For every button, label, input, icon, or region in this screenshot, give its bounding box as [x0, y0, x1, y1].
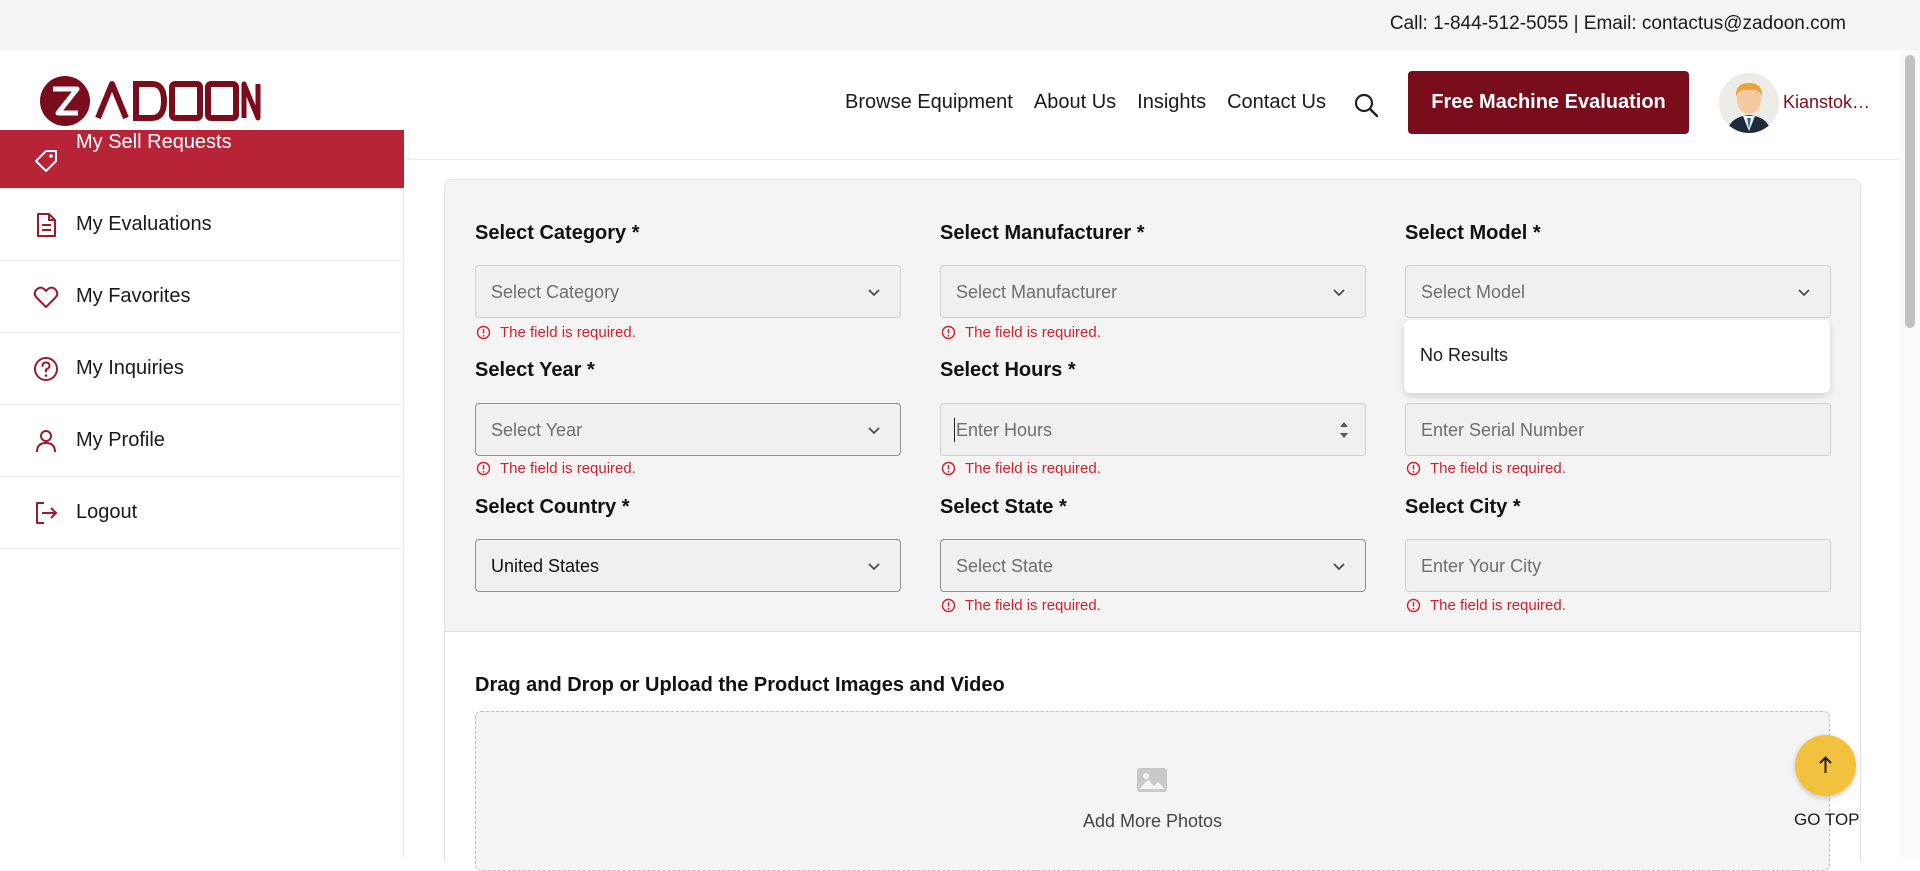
error-text: The field is required. — [965, 460, 1101, 477]
hours-placeholder: Enter Hours — [956, 420, 1053, 440]
search-icon[interactable] — [1353, 92, 1379, 118]
model-label: Select Model * — [1405, 222, 1541, 244]
chevron-down-icon — [868, 563, 880, 571]
year-label: Select Year * — [475, 359, 595, 381]
country-select[interactable]: United States — [475, 539, 901, 592]
media-dropzone[interactable]: Add More Photos — [475, 711, 1830, 871]
error-text: The field is required. — [965, 597, 1101, 614]
sidebar-item-label: My Profile — [76, 429, 165, 451]
category-placeholder: Select Category — [491, 282, 620, 302]
city-error: The field is required. — [1406, 597, 1566, 614]
manufacturer-placeholder: Select Manufacturer — [956, 282, 1118, 302]
category-label: Select Category * — [475, 222, 640, 244]
chevron-down-icon — [868, 289, 880, 297]
country-value: United States — [491, 556, 600, 576]
year-placeholder: Select Year — [491, 420, 583, 440]
sidebar-item-label: Logout — [76, 501, 138, 523]
dropdown-empty-text: No Results — [1420, 345, 1509, 365]
arrow-up-icon — [1819, 756, 1832, 773]
country-label: Select Country * — [475, 496, 630, 518]
go-top-label[interactable]: GO TOP — [1794, 810, 1860, 830]
manufacturer-error: The field is required. — [941, 324, 1101, 341]
error-text: The field is required. — [1430, 460, 1566, 477]
city-label: Select City * — [1405, 496, 1521, 518]
heart-icon — [33, 286, 59, 308]
nav-browse-equipment[interactable]: Browse Equipment — [845, 91, 1013, 114]
error-text: The field is required. — [1430, 597, 1566, 614]
state-label: Select State * — [940, 496, 1067, 518]
chevron-down-icon — [1333, 289, 1345, 297]
chevron-down-icon — [868, 427, 880, 435]
nav-insights[interactable]: Insights — [1137, 91, 1206, 114]
hours-error: The field is required. — [941, 460, 1101, 477]
error-icon — [941, 598, 956, 613]
avatar[interactable] — [1719, 73, 1779, 133]
sidebar-item-label: My Inquiries — [76, 357, 184, 379]
manufacturer-label: Select Manufacturer * — [940, 222, 1145, 244]
category-error: The field is required. — [476, 324, 636, 341]
model-placeholder: Select Model — [1421, 282, 1526, 302]
account-sidebar: My Sell Requests My Evaluations My Favor… — [0, 130, 404, 857]
model-dropdown-menu: No Results — [1404, 320, 1830, 393]
contact-bar: Call: 1-844-512-5055 | Email: contactus@… — [0, 0, 1920, 50]
scrollbar-thumb[interactable] — [1905, 55, 1915, 328]
error-text: The field is required. — [965, 324, 1101, 341]
text-caret — [954, 418, 955, 442]
nav-contact-us[interactable]: Contact Us — [1227, 91, 1326, 114]
year-select[interactable]: Select Year — [475, 403, 901, 456]
sidebar-item-label: My Favorites — [76, 285, 191, 307]
error-text: The field is required. — [500, 460, 636, 477]
city-placeholder: Enter Your City — [1421, 556, 1542, 576]
sidebar-item-my-sell-requests[interactable]: My Sell Requests — [0, 130, 404, 189]
hours-input[interactable]: Enter Hours — [940, 403, 1366, 456]
upload-title: Drag and Drop or Upload the Product Imag… — [475, 674, 1005, 696]
document-icon — [37, 212, 56, 237]
user-avatar-icon — [1719, 73, 1779, 133]
username-link[interactable]: Kianstok… — [1783, 92, 1870, 113]
hours-label: Select Hours * — [940, 359, 1076, 381]
add-more-photos-label: Add More Photos — [1082, 811, 1223, 831]
serial-error: The field is required. — [1406, 460, 1566, 477]
error-icon — [1406, 461, 1421, 476]
image-icon — [1137, 768, 1167, 792]
serial-number-input[interactable]: Enter Serial Number — [1405, 403, 1831, 456]
model-select[interactable]: Select Model — [1405, 265, 1831, 318]
chevron-down-icon — [1333, 563, 1345, 571]
sidebar-item-label: My Sell Requests — [76, 131, 232, 153]
main-nav: Browse Equipment About Us Insights Conta… — [845, 91, 1326, 114]
tag-icon — [35, 150, 57, 172]
error-icon — [941, 461, 956, 476]
go-top-button[interactable] — [1795, 735, 1856, 796]
state-placeholder: Select State — [956, 556, 1054, 576]
logout-icon — [36, 501, 57, 524]
sidebar-item-my-profile[interactable]: My Profile — [0, 405, 404, 477]
sidebar-item-my-evaluations[interactable]: My Evaluations — [0, 189, 404, 261]
error-text: The field is required. — [500, 324, 636, 341]
state-error: The field is required. — [941, 597, 1101, 614]
error-icon — [1406, 598, 1421, 613]
chevron-down-icon — [1798, 289, 1810, 297]
error-icon — [941, 325, 956, 340]
page-scrollbar[interactable] — [1900, 50, 1920, 857]
city-input[interactable]: Enter Your City — [1405, 539, 1831, 592]
nav-about-us[interactable]: About Us — [1034, 91, 1116, 114]
category-select[interactable]: Select Category — [475, 265, 901, 318]
free-machine-evaluation-button[interactable]: Free Machine Evaluation — [1408, 71, 1689, 134]
serial-placeholder: Enter Serial Number — [1421, 420, 1585, 440]
sidebar-item-label: My Evaluations — [76, 213, 212, 235]
user-icon — [36, 429, 56, 452]
contact-info[interactable]: Call: 1-844-512-5055 | Email: contactus@… — [1390, 13, 1846, 35]
sidebar-item-logout[interactable]: Logout — [0, 477, 404, 549]
state-select[interactable]: Select State — [940, 539, 1366, 592]
zadoon-logo[interactable] — [38, 74, 262, 128]
question-circle-icon — [34, 356, 58, 381]
year-error: The field is required. — [476, 460, 636, 477]
error-icon — [476, 461, 491, 476]
sidebar-item-my-favorites[interactable]: My Favorites — [0, 261, 404, 333]
number-stepper-icon[interactable] — [1337, 416, 1351, 444]
sidebar-item-my-inquiries[interactable]: My Inquiries — [0, 333, 404, 405]
manufacturer-select[interactable]: Select Manufacturer — [940, 265, 1366, 318]
error-icon — [476, 325, 491, 340]
